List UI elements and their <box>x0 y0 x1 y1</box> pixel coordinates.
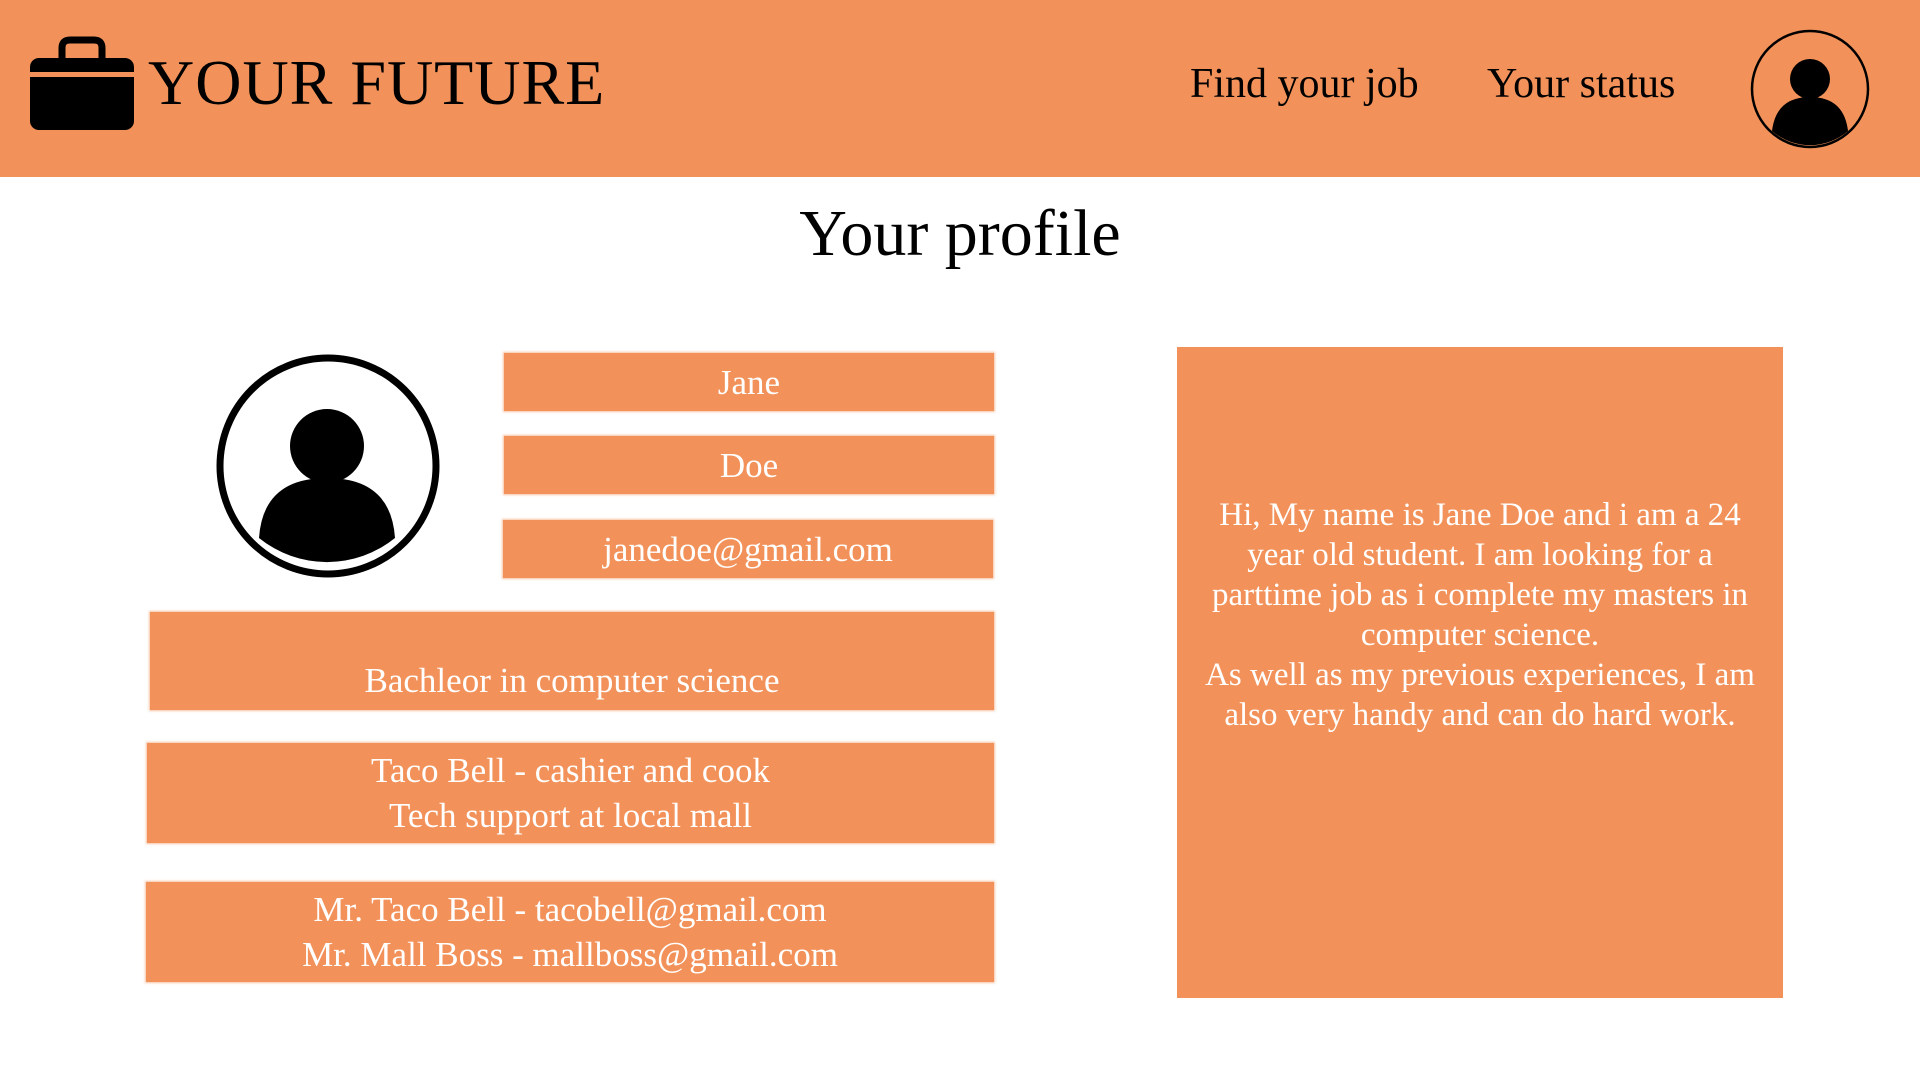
email-field[interactable]: janedoe@gmail.com <box>503 520 993 578</box>
education-field[interactable]: Bachleor in computer science <box>150 612 994 710</box>
bio-paragraph: Hi, My name is Jane Doe and i am a 24 ye… <box>1211 497 1749 653</box>
experience-line: Tech support at local mall <box>389 796 752 835</box>
experience-line: Taco Bell - cashier and cook <box>371 751 770 790</box>
reference-line: Mr. Mall Boss - mallboss@gmail.com <box>302 935 838 974</box>
bio-textbox[interactable]: Hi, My name is Jane Doe and i am a 24 ye… <box>1177 347 1783 998</box>
brand-logo[interactable]: YOUR FUTURE <box>30 36 605 130</box>
email-value: janedoe@gmail.com <box>603 529 893 569</box>
first-name-field[interactable]: Jane <box>504 353 994 411</box>
brand-name: YOUR FUTURE <box>148 47 606 118</box>
education-value: Bachleor in computer science <box>364 660 780 700</box>
briefcase-icon <box>30 36 134 130</box>
last-name-value: Doe <box>719 445 779 485</box>
experience-field[interactable]: Taco Bell - cashier and cook Tech suppor… <box>147 743 994 843</box>
page-title: Your profile <box>799 197 1121 270</box>
bio-paragraph: As well as my previous experiences, I am… <box>1205 657 1755 733</box>
user-avatar-icon[interactable] <box>1750 29 1870 149</box>
nav-your-status[interactable]: Your status <box>1487 60 1675 108</box>
profile-photo-avatar-icon[interactable] <box>215 353 441 579</box>
first-name-value: Jane <box>717 362 781 402</box>
last-name-field[interactable]: Doe <box>504 436 994 494</box>
references-field[interactable]: Mr. Taco Bell - tacobell@gmail.com Mr. M… <box>146 882 994 982</box>
reference-line: Mr. Taco Bell - tacobell@gmail.com <box>313 890 827 929</box>
nav-find-your-job[interactable]: Find your job <box>1190 60 1419 108</box>
top-header: YOUR FUTURE Find your job Your status <box>0 0 1920 177</box>
